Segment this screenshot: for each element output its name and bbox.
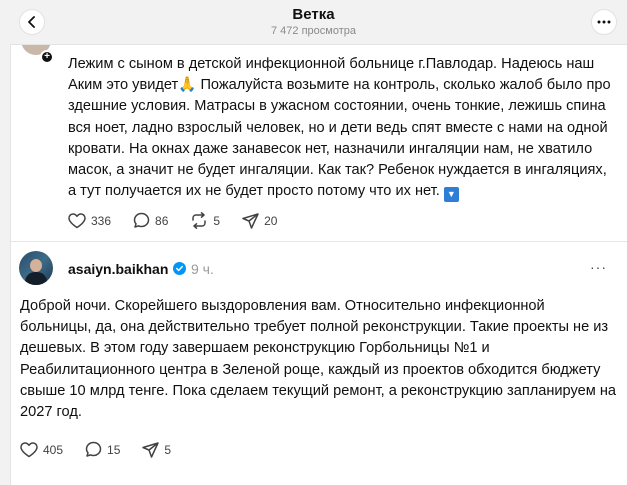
reply-more-options-button[interactable]: ··· xyxy=(590,259,607,275)
reply-like-button[interactable]: 405 xyxy=(20,441,64,458)
reply-username[interactable]: asaiyn.baikhan xyxy=(68,261,168,277)
repost-button[interactable]: 5 xyxy=(190,212,220,229)
divider xyxy=(11,241,627,242)
follow-plus-icon[interactable]: + xyxy=(40,50,54,64)
reply-avatar[interactable] xyxy=(19,251,53,285)
previous-post-text: Лежим с сыном в детской инфекционной бол… xyxy=(68,54,618,203)
reply-timestamp: 9 ч. xyxy=(191,261,214,277)
heart-icon xyxy=(68,212,86,228)
heart-icon xyxy=(20,441,38,457)
share-button[interactable]: 20 xyxy=(242,212,278,229)
thread-card: + Лежим с сыном в детской инфекционной б… xyxy=(10,44,627,485)
paper-plane-icon xyxy=(142,441,160,458)
speech-bubble-icon xyxy=(85,441,102,457)
reply-comment-button[interactable]: 15 xyxy=(85,441,120,458)
comment-button[interactable]: 86 xyxy=(133,212,168,229)
comment-count: 86 xyxy=(155,213,169,228)
repost-count: 5 xyxy=(213,213,221,228)
reply-like-count: 405 xyxy=(43,442,64,457)
more-options-button[interactable] xyxy=(591,9,617,35)
reply-comment-count: 15 xyxy=(107,442,121,457)
paper-plane-icon xyxy=(242,212,259,229)
view-count: 7 472 просмотра xyxy=(271,25,356,37)
page-title: Ветка xyxy=(292,6,335,23)
repost-arrows-icon xyxy=(192,212,207,229)
like-count: 336 xyxy=(91,213,112,228)
share-count: 20 xyxy=(264,213,278,228)
reply-share-count: 5 xyxy=(164,442,172,457)
pray-emoji-icon: 🙏 xyxy=(178,77,197,94)
thread-header: Ветка 7 472 просмотра xyxy=(0,0,627,44)
reply-share-button[interactable]: 5 xyxy=(142,441,172,458)
down-arrow-emoji-icon: ▼ xyxy=(443,187,459,203)
previous-post-actions: 336 86 5 20 xyxy=(68,212,299,229)
reply-actions: 405 15 5 xyxy=(20,441,193,458)
like-button[interactable]: 336 xyxy=(68,212,112,229)
verified-badge-icon xyxy=(173,262,186,275)
ellipsis-icon xyxy=(597,20,611,24)
reply-text: Доброй ночи. Скорейшего выздоровления ва… xyxy=(20,298,617,421)
speech-bubble-icon xyxy=(133,212,150,228)
